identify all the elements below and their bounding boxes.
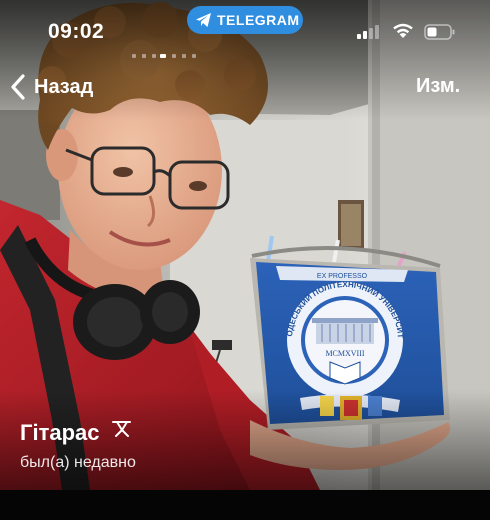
tools-icon <box>112 421 131 437</box>
status-time: 09:02 <box>48 20 105 43</box>
pager-dot[interactable] <box>172 54 176 58</box>
telegram-send-icon <box>196 13 211 27</box>
photo-pager[interactable] <box>0 54 490 58</box>
pager-dot[interactable] <box>132 54 136 58</box>
signal-icon <box>357 25 379 39</box>
pager-dot[interactable] <box>142 54 146 58</box>
edit-button[interactable]: Изм. <box>416 75 460 98</box>
battery-icon <box>424 24 455 40</box>
pager-dot[interactable] <box>182 54 186 58</box>
last-seen-status: был(а) недавно <box>20 454 136 471</box>
profile-name: Гітарас <box>20 420 100 445</box>
return-to-app-pill[interactable]: TELEGRAM <box>187 6 303 34</box>
profile-screen: EX PROFESSO ОДЕСЬКИЙ ПОЛІТЕХНІЧНИЙ УНІВЕ… <box>0 0 490 490</box>
pager-dot[interactable] <box>152 54 156 58</box>
emblem-year: MCMXVIII <box>325 349 364 358</box>
pager-dot-active[interactable] <box>160 54 166 58</box>
pager-dot[interactable] <box>192 54 196 58</box>
chevron-left-icon <box>11 74 25 100</box>
bottom-black-bar <box>0 490 490 520</box>
back-button[interactable]: Назад <box>8 72 108 102</box>
back-button-label: Назад <box>34 76 94 98</box>
wifi-icon <box>393 23 413 38</box>
return-to-app-label: TELEGRAM <box>217 12 300 28</box>
emblem-ribbon-text: EX PROFESSO <box>317 273 368 280</box>
